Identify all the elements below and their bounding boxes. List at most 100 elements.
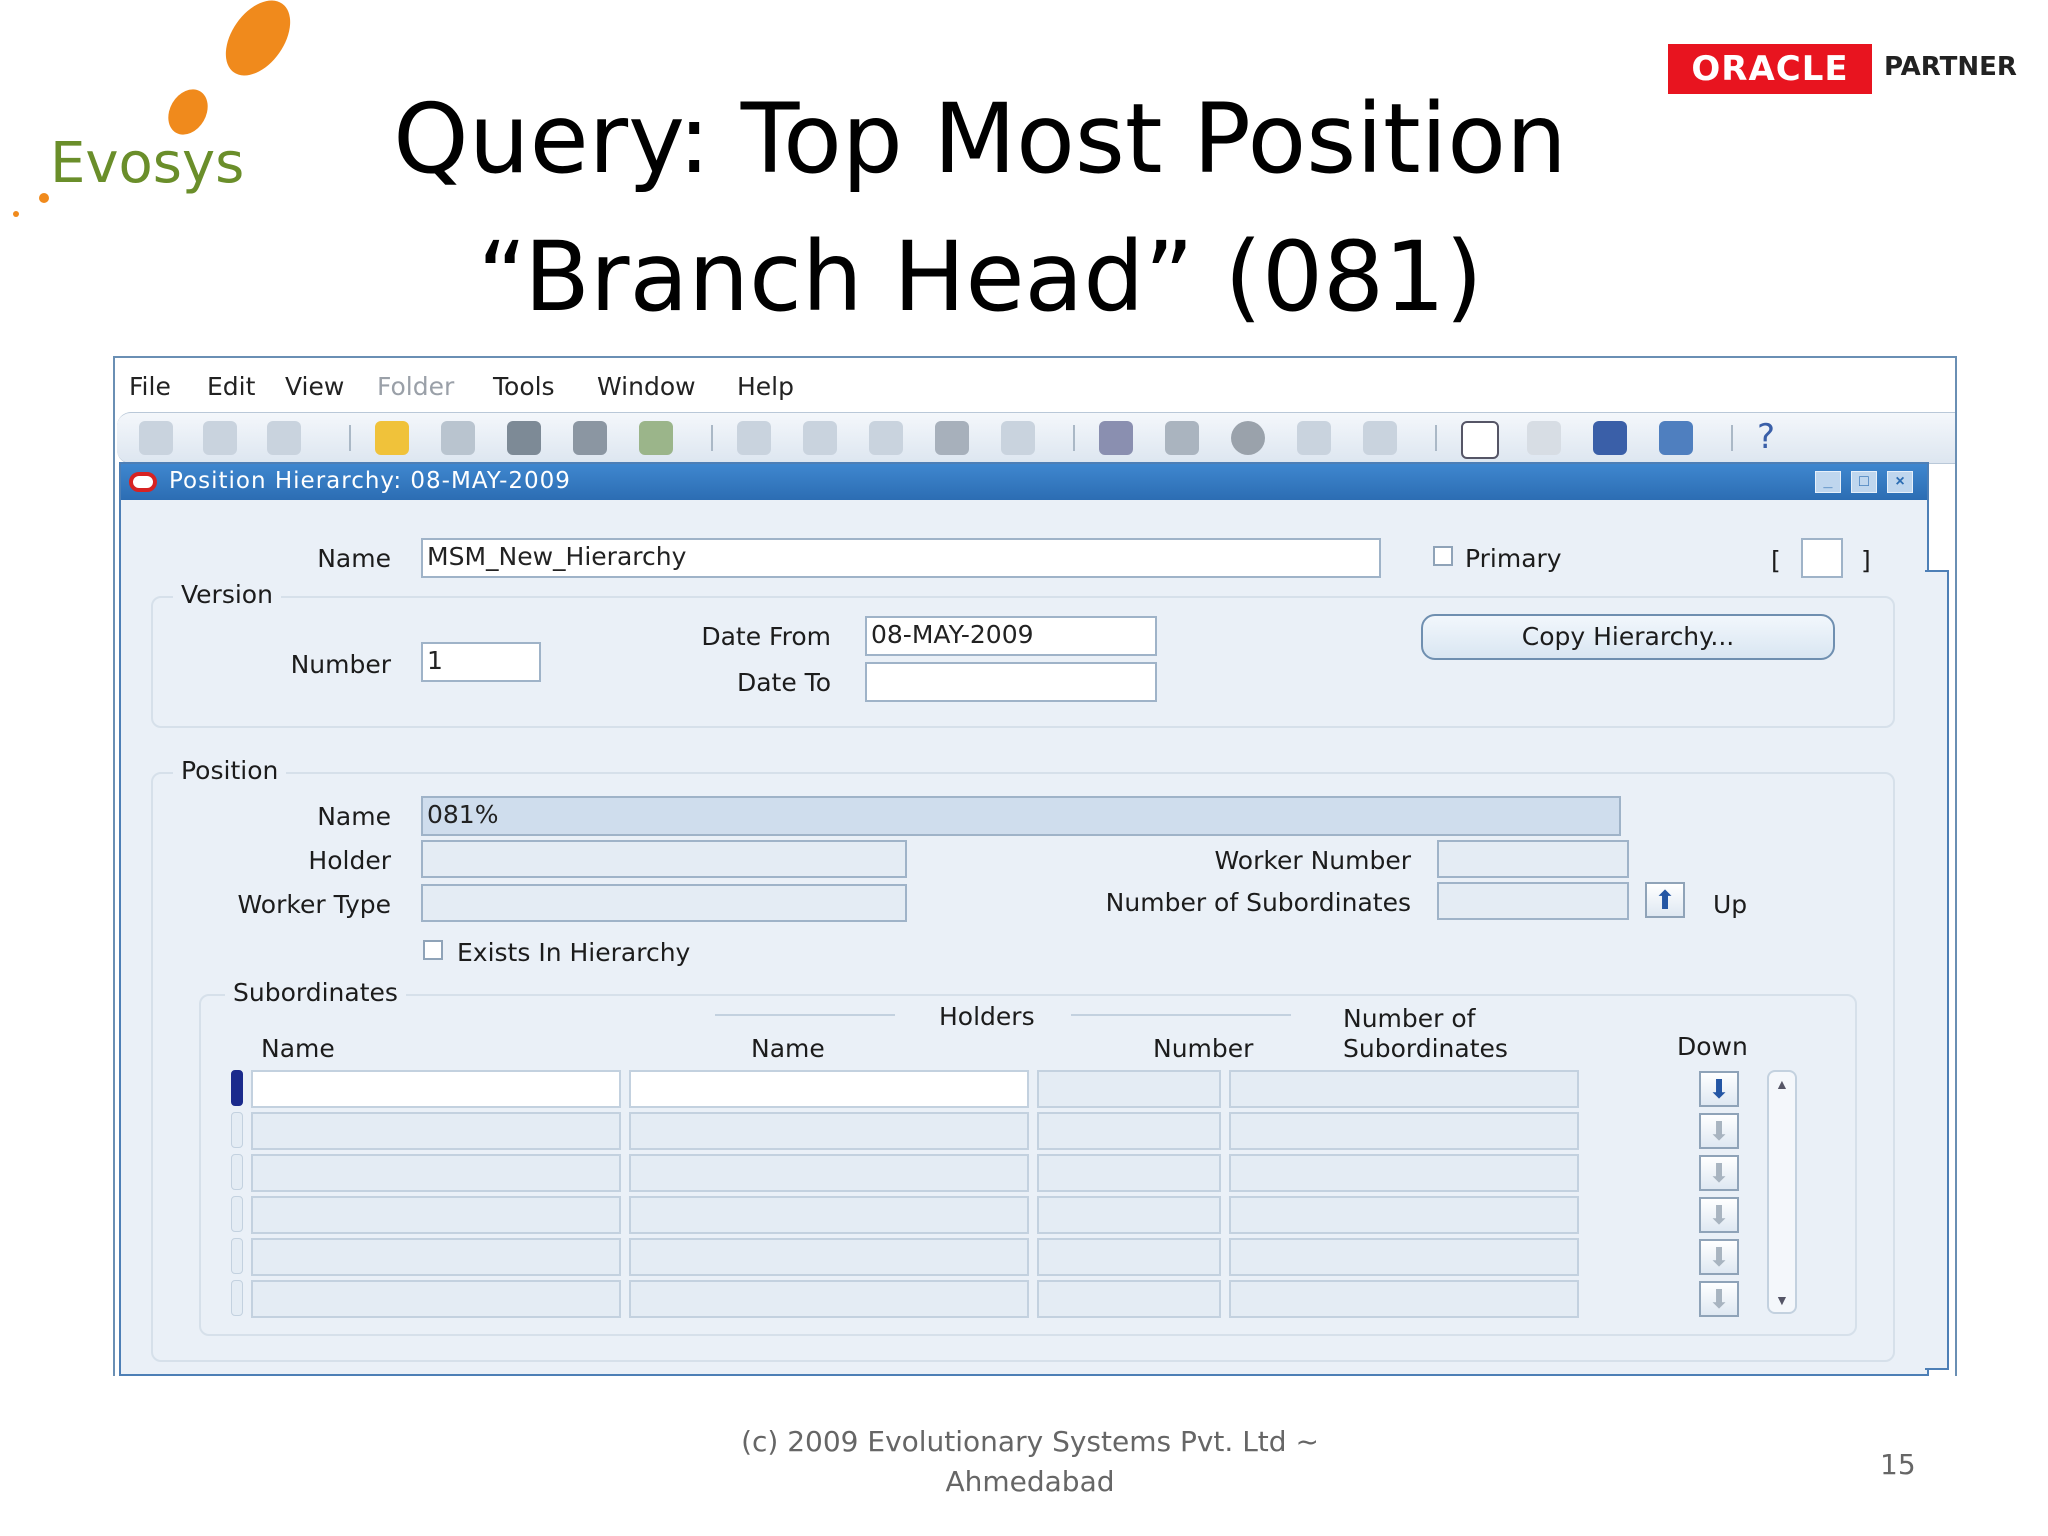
date-to-field[interactable]	[865, 662, 1157, 702]
close-icon[interactable]: ×	[1887, 471, 1913, 493]
record-indicator[interactable]	[231, 1070, 243, 1106]
menu-window[interactable]: Window	[597, 372, 696, 401]
column-header-name: Name	[261, 1034, 335, 1063]
attachments-icon[interactable]	[1297, 421, 1331, 455]
toolbar-separator	[1435, 425, 1437, 451]
down-arrow-icon[interactable]: ⬇	[1699, 1071, 1739, 1107]
find-icon[interactable]	[203, 421, 237, 455]
help-docs-icon[interactable]	[1659, 421, 1693, 455]
record-indicator[interactable]	[231, 1196, 243, 1232]
window-export-icon[interactable]	[1593, 421, 1627, 455]
show-navigator-icon[interactable]	[267, 421, 301, 455]
holder-name-cell[interactable]	[629, 1238, 1029, 1276]
subordinates-count-cell[interactable]	[1229, 1238, 1579, 1276]
descriptive-flexfield[interactable]	[1801, 538, 1843, 578]
window-title-bar[interactable]: Position Hierarchy: 08-MAY-2009 _ □ ×	[121, 464, 1927, 500]
down-arrow-icon[interactable]: ⬇	[1699, 1113, 1739, 1149]
cut-icon[interactable]	[737, 421, 771, 455]
down-arrow-icon[interactable]: ⬇	[1699, 1239, 1739, 1275]
position-hierarchy-window: Position Hierarchy: 08-MAY-2009 _ □ × Na…	[119, 462, 1929, 1376]
primary-checkbox[interactable]	[1433, 546, 1453, 566]
work-planner-icon[interactable]	[1527, 421, 1561, 455]
record-indicator[interactable]	[231, 1238, 243, 1274]
subordinates-count-cell[interactable]	[1229, 1112, 1579, 1150]
new-icon[interactable]	[139, 421, 173, 455]
record-indicator[interactable]	[231, 1280, 243, 1316]
delete-record-icon[interactable]	[1001, 421, 1035, 455]
worker-type-field[interactable]	[421, 884, 907, 922]
close-form-icon[interactable]	[639, 421, 673, 455]
holder-name-cell[interactable]	[629, 1112, 1029, 1150]
scroll-down-icon[interactable]: ▼	[1775, 1292, 1789, 1308]
subordinates-count-cell[interactable]	[1229, 1196, 1579, 1234]
record-indicator[interactable]	[231, 1154, 243, 1190]
menu-folder[interactable]: Folder	[377, 372, 454, 401]
record-indicator[interactable]	[231, 1112, 243, 1148]
subordinate-name-cell[interactable]	[251, 1280, 621, 1318]
paste-icon[interactable]	[869, 421, 903, 455]
copy-icon[interactable]	[803, 421, 837, 455]
subordinate-name-cell[interactable]	[251, 1070, 621, 1108]
holders-rule-right	[1071, 1014, 1291, 1016]
save-icon[interactable]	[441, 421, 475, 455]
menu-view[interactable]: View	[285, 372, 344, 401]
holder-number-cell[interactable]	[1037, 1238, 1221, 1276]
holder-number-cell[interactable]	[1037, 1280, 1221, 1318]
slide-title-line-2: “Branch Head” (081)	[477, 221, 1483, 333]
next-step-icon[interactable]	[507, 421, 541, 455]
zoom-icon[interactable]	[1165, 421, 1199, 455]
exists-in-hierarchy-checkbox[interactable]	[423, 940, 443, 960]
calendar-icon[interactable]	[1461, 421, 1499, 459]
subordinate-name-cell[interactable]	[251, 1196, 621, 1234]
menu-help[interactable]: Help	[737, 372, 794, 401]
holder-name-cell[interactable]	[629, 1196, 1029, 1234]
maximize-icon[interactable]: □	[1851, 471, 1877, 493]
version-number-field[interactable]: 1	[421, 642, 541, 682]
oracle-logo: ORACLE	[1668, 44, 1872, 94]
copy-hierarchy-button[interactable]: Copy Hierarchy...	[1421, 614, 1835, 660]
holder-field[interactable]	[421, 840, 907, 878]
folder-tools-icon[interactable]	[1363, 421, 1397, 455]
slide-title: Query: Top Most Position “Branch Head” (…	[330, 70, 1630, 346]
menu-file[interactable]: File	[129, 372, 171, 401]
holder-number-cell[interactable]	[1037, 1070, 1221, 1108]
holder-number-cell[interactable]	[1037, 1196, 1221, 1234]
menu-tools[interactable]: Tools	[493, 372, 555, 401]
down-arrow-icon[interactable]: ⬇	[1699, 1197, 1739, 1233]
holder-name-cell[interactable]	[629, 1280, 1029, 1318]
position-name-label: Name	[317, 802, 391, 831]
hierarchy-name-field[interactable]: MSM_New_Hierarchy	[421, 538, 1381, 578]
menu-bar: File Edit View Folder Tools Window Help	[115, 358, 1955, 408]
number-of-subordinates-field[interactable]	[1437, 882, 1629, 920]
subordinate-name-cell[interactable]	[251, 1238, 621, 1276]
holder-name-cell[interactable]	[629, 1070, 1029, 1108]
minimize-icon[interactable]: _	[1815, 471, 1841, 493]
print-icon[interactable]	[573, 421, 607, 455]
subordinate-name-cell[interactable]	[251, 1112, 621, 1150]
clear-record-icon[interactable]	[935, 421, 969, 455]
holder-number-cell[interactable]	[1037, 1112, 1221, 1150]
down-arrow-icon[interactable]: ⬇	[1699, 1281, 1739, 1317]
worker-number-field[interactable]	[1437, 840, 1629, 878]
translations-icon[interactable]	[1231, 421, 1265, 455]
toolbar-separator	[711, 425, 713, 451]
subordinates-count-cell[interactable]	[1229, 1154, 1579, 1192]
holder-number-cell[interactable]	[1037, 1154, 1221, 1192]
holder-name-cell[interactable]	[629, 1154, 1029, 1192]
help-icon[interactable]: ?	[1757, 417, 1775, 457]
edit-field-icon[interactable]	[1099, 421, 1133, 455]
scroll-up-icon[interactable]: ▲	[1775, 1076, 1789, 1092]
worker-type-label: Worker Type	[237, 890, 391, 919]
subordinates-count-cell[interactable]	[1229, 1070, 1579, 1108]
version-number-label: Number	[290, 650, 391, 679]
subordinates-count-cell[interactable]	[1229, 1280, 1579, 1318]
menu-edit[interactable]: Edit	[207, 372, 255, 401]
holders-header: Holders	[939, 1002, 1035, 1031]
up-arrow-icon[interactable]: ⬆	[1645, 882, 1685, 918]
subordinates-scrollbar[interactable]: ▲ ▼	[1767, 1070, 1797, 1314]
subordinate-name-cell[interactable]	[251, 1154, 621, 1192]
position-name-field[interactable]: 081%	[421, 796, 1621, 836]
open-folder-icon[interactable]	[375, 421, 409, 455]
down-arrow-icon[interactable]: ⬇	[1699, 1155, 1739, 1191]
date-from-field[interactable]: 08-MAY-2009	[865, 616, 1157, 656]
